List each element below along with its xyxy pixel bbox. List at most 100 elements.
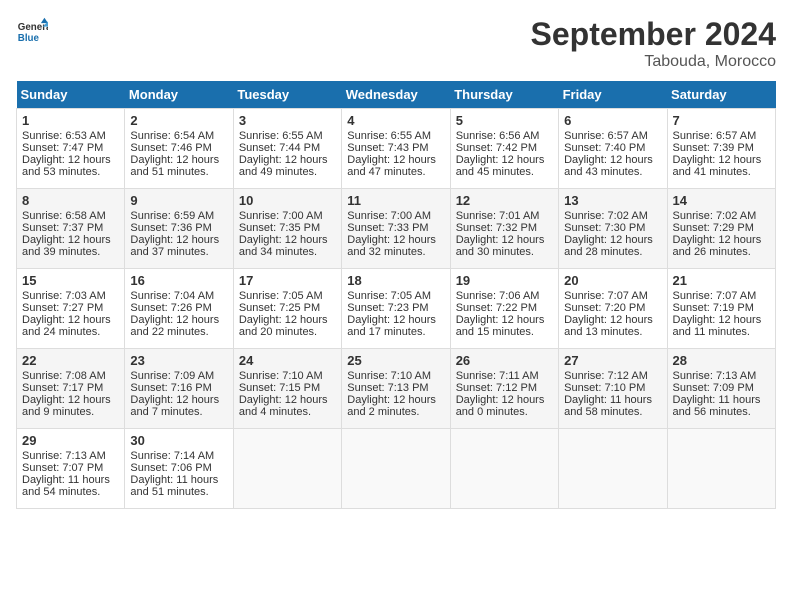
- calendar-row-2: 8Sunrise: 6:58 AMSunset: 7:37 PMDaylight…: [17, 189, 776, 269]
- cell-content: Sunset: 7:27 PM: [22, 302, 119, 314]
- cell-content: and 9 minutes.: [22, 406, 119, 418]
- cell-content: Daylight: 12 hours: [130, 234, 227, 246]
- day-number: 7: [673, 113, 770, 128]
- calendar-cell: 28Sunrise: 7:13 AMSunset: 7:09 PMDayligh…: [667, 349, 775, 429]
- cell-content: Sunset: 7:37 PM: [22, 222, 119, 234]
- cell-content: and 34 minutes.: [239, 246, 336, 258]
- cell-content: Daylight: 12 hours: [130, 314, 227, 326]
- calendar-row-3: 15Sunrise: 7:03 AMSunset: 7:27 PMDayligh…: [17, 269, 776, 349]
- day-number: 5: [456, 113, 553, 128]
- cell-content: Sunrise: 6:58 AM: [22, 210, 119, 222]
- cell-content: and 30 minutes.: [456, 246, 553, 258]
- calendar-cell: 6Sunrise: 6:57 AMSunset: 7:40 PMDaylight…: [559, 109, 667, 189]
- cell-content: Daylight: 12 hours: [239, 394, 336, 406]
- cell-content: and 26 minutes.: [673, 246, 770, 258]
- day-number: 8: [22, 193, 119, 208]
- cell-content: Daylight: 12 hours: [456, 154, 553, 166]
- cell-content: and 53 minutes.: [22, 166, 119, 178]
- calendar-cell: 8 Sunrise: 6:58 AMSunset: 7:37 PMDaylight…: [17, 189, 125, 269]
- calendar-cell: 17Sunrise: 7:05 AMSunset: 7:25 PMDayligh…: [233, 269, 341, 349]
- cell-content: Sunset: 7:19 PM: [673, 302, 770, 314]
- cell-content: Sunrise: 7:05 AM: [239, 290, 336, 302]
- cell-content: Sunrise: 7:07 AM: [673, 290, 770, 302]
- cell-content: Daylight: 12 hours: [456, 394, 553, 406]
- cell-content: Sunrise: 7:10 AM: [347, 370, 444, 382]
- calendar-cell: 1Sunrise: 6:53 AMSunset: 7:47 PMDaylight…: [17, 109, 125, 189]
- cell-content: Sunrise: 7:10 AM: [239, 370, 336, 382]
- cell-content: and 56 minutes.: [673, 406, 770, 418]
- cell-content: Sunrise: 7:09 AM: [130, 370, 227, 382]
- calendar-cell: 29Sunrise: 7:13 AMSunset: 7:07 PMDayligh…: [17, 429, 125, 509]
- cell-content: and 58 minutes.: [564, 406, 661, 418]
- cell-content: Sunset: 7:29 PM: [673, 222, 770, 234]
- calendar-cell: 15Sunrise: 7:03 AMSunset: 7:27 PMDayligh…: [17, 269, 125, 349]
- day-number: 29: [22, 433, 119, 448]
- calendar-cell: 30Sunrise: 7:14 AMSunset: 7:06 PMDayligh…: [125, 429, 233, 509]
- calendar-cell: [450, 429, 558, 509]
- cell-content: and 32 minutes.: [347, 246, 444, 258]
- cell-content: Sunrise: 6:56 AM: [456, 130, 553, 142]
- day-number: 6: [564, 113, 661, 128]
- cell-content: Daylight: 11 hours: [22, 474, 119, 486]
- day-number: 25: [347, 353, 444, 368]
- day-number: 4: [347, 113, 444, 128]
- cell-content: Sunset: 7:36 PM: [130, 222, 227, 234]
- cell-content: and 2 minutes.: [347, 406, 444, 418]
- location: Tabouda, Morocco: [531, 53, 776, 71]
- cell-content: Sunset: 7:06 PM: [130, 462, 227, 474]
- cell-content: and 39 minutes.: [22, 246, 119, 258]
- cell-content: Sunrise: 6:57 AM: [673, 130, 770, 142]
- cell-content: Sunset: 7:30 PM: [564, 222, 661, 234]
- cell-content: Daylight: 12 hours: [22, 234, 119, 246]
- cell-content: Daylight: 12 hours: [22, 394, 119, 406]
- day-number: 24: [239, 353, 336, 368]
- cell-content: and 51 minutes.: [130, 166, 227, 178]
- cell-content: Sunrise: 7:07 AM: [564, 290, 661, 302]
- cell-content: Sunrise: 7:06 AM: [456, 290, 553, 302]
- day-number: 26: [456, 353, 553, 368]
- cell-content: Sunset: 7:43 PM: [347, 142, 444, 154]
- cell-content: Sunset: 7:09 PM: [673, 382, 770, 394]
- calendar-cell: 13Sunrise: 7:02 AMSunset: 7:30 PMDayligh…: [559, 189, 667, 269]
- calendar-cell: 9Sunrise: 6:59 AMSunset: 7:36 PMDaylight…: [125, 189, 233, 269]
- cell-content: and 13 minutes.: [564, 326, 661, 338]
- cell-content: and 17 minutes.: [347, 326, 444, 338]
- cell-content: Sunrise: 6:55 AM: [347, 130, 444, 142]
- cell-content: Daylight: 12 hours: [347, 154, 444, 166]
- cell-content: Sunrise: 7:01 AM: [456, 210, 553, 222]
- month-title: September 2024: [531, 16, 776, 53]
- cell-content: and 7 minutes.: [130, 406, 227, 418]
- day-number: 11: [347, 193, 444, 208]
- cell-content: and 11 minutes.: [673, 326, 770, 338]
- cell-content: Sunset: 7:33 PM: [347, 222, 444, 234]
- calendar-cell: 3Sunrise: 6:55 AMSunset: 7:44 PMDaylight…: [233, 109, 341, 189]
- day-number: 3: [239, 113, 336, 128]
- calendar-cell: [342, 429, 450, 509]
- calendar-cell: 27Sunrise: 7:12 AMSunset: 7:10 PMDayligh…: [559, 349, 667, 429]
- cell-content: Daylight: 12 hours: [239, 234, 336, 246]
- cell-content: Sunset: 7:42 PM: [456, 142, 553, 154]
- cell-content: Sunset: 7:20 PM: [564, 302, 661, 314]
- cell-content: Sunrise: 7:02 AM: [673, 210, 770, 222]
- calendar-row-4: 22Sunrise: 7:08 AMSunset: 7:17 PMDayligh…: [17, 349, 776, 429]
- cell-content: Sunrise: 7:08 AM: [22, 370, 119, 382]
- cell-content: Sunrise: 7:02 AM: [564, 210, 661, 222]
- cell-content: Sunset: 7:17 PM: [22, 382, 119, 394]
- cell-content: Sunset: 7:47 PM: [22, 142, 119, 154]
- cell-content: Sunset: 7:25 PM: [239, 302, 336, 314]
- cell-content: Daylight: 12 hours: [239, 154, 336, 166]
- cell-content: Sunset: 7:10 PM: [564, 382, 661, 394]
- day-number: 15: [22, 273, 119, 288]
- calendar-cell: 2Sunrise: 6:54 AMSunset: 7:46 PMDaylight…: [125, 109, 233, 189]
- cell-content: and 0 minutes.: [456, 406, 553, 418]
- calendar-cell: [233, 429, 341, 509]
- weekday-header-saturday: Saturday: [667, 81, 775, 109]
- calendar-cell: 16Sunrise: 7:04 AMSunset: 7:26 PMDayligh…: [125, 269, 233, 349]
- cell-content: Daylight: 12 hours: [564, 154, 661, 166]
- cell-content: Sunset: 7:15 PM: [239, 382, 336, 394]
- day-number: 19: [456, 273, 553, 288]
- cell-content: Daylight: 12 hours: [22, 314, 119, 326]
- cell-content: Daylight: 12 hours: [239, 314, 336, 326]
- cell-content: and 15 minutes.: [456, 326, 553, 338]
- calendar-cell: 26Sunrise: 7:11 AMSunset: 7:12 PMDayligh…: [450, 349, 558, 429]
